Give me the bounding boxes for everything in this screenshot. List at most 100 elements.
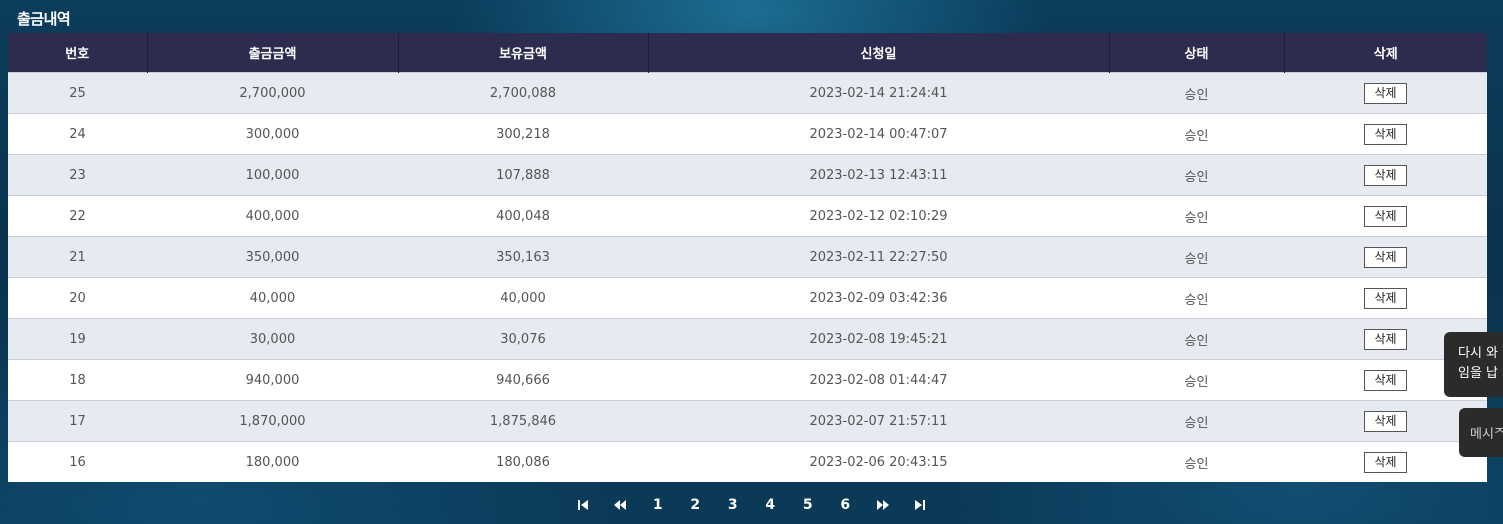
table-row: 24 300,000 300,218 2023-02-14 00:47:07 승인 삭제 xyxy=(8,113,1487,155)
column-header-status: 상태 xyxy=(1109,33,1285,73)
cell-delete: 삭제 xyxy=(1284,113,1487,155)
cell-balance: 940,666 xyxy=(398,359,648,401)
table-row: 17 1,870,000 1,875,846 2023-02-07 21:57:11 승… xyxy=(8,400,1487,442)
cell-status: 승인 xyxy=(1109,236,1284,278)
cell-delete: 삭제 xyxy=(1284,236,1487,278)
cell-status: 승인 xyxy=(1109,277,1284,319)
cell-delete: 삭제 xyxy=(1284,195,1487,237)
cell-balance: 107,888 xyxy=(398,154,648,196)
cell-number: 21 xyxy=(8,236,147,278)
cell-date: 2023-02-14 00:47:07 xyxy=(648,113,1109,155)
delete-button[interactable]: 삭제 xyxy=(1364,164,1407,186)
table-row: 23 100,000 107,888 2023-02-13 12:43:11 승인 삭제 xyxy=(8,154,1487,196)
cell-date: 2023-02-09 03:42:36 xyxy=(648,277,1109,319)
cell-number: 25 xyxy=(8,72,147,114)
page-link-3[interactable]: 3 xyxy=(714,497,752,513)
cell-number: 22 xyxy=(8,195,147,237)
cell-balance: 30,076 xyxy=(398,318,648,360)
delete-button[interactable]: 삭제 xyxy=(1364,451,1407,473)
table-header-row: 번호 출금금액 보유금액 신청일 상태 삭제 xyxy=(8,33,1487,73)
cell-status: 승인 xyxy=(1109,359,1284,401)
table-row: 16 180,000 180,086 2023-02-06 20:43:15 승인 삭제 xyxy=(8,441,1487,482)
delete-button[interactable]: 삭제 xyxy=(1364,369,1407,391)
cell-status: 승인 xyxy=(1109,195,1284,237)
cell-amount: 300,000 xyxy=(147,113,398,155)
cell-date: 2023-02-12 02:10:29 xyxy=(648,195,1109,237)
delete-button[interactable]: 삭제 xyxy=(1364,123,1407,145)
pagination: 1 2 3 4 5 6 xyxy=(0,494,1503,516)
page-link-1[interactable]: 1 xyxy=(639,497,677,513)
cell-delete: 삭제 xyxy=(1284,441,1487,482)
cell-status: 승인 xyxy=(1109,113,1284,155)
cell-number: 20 xyxy=(8,277,147,319)
cell-amount: 2,700,000 xyxy=(147,72,398,114)
cell-balance: 40,000 xyxy=(398,277,648,319)
table-row: 22 400,000 400,048 2023-02-12 02:10:29 승인 삭제 xyxy=(8,195,1487,237)
cell-number: 24 xyxy=(8,113,147,155)
cell-amount: 100,000 xyxy=(147,154,398,196)
cell-status: 승인 xyxy=(1109,154,1284,196)
delete-button[interactable]: 삭제 xyxy=(1364,410,1407,432)
cell-date: 2023-02-11 22:27:50 xyxy=(648,236,1109,278)
fast-forward-icon[interactable] xyxy=(864,499,902,511)
cell-date: 2023-02-08 01:44:47 xyxy=(648,359,1109,401)
cell-balance: 2,700,088 xyxy=(398,72,648,114)
cell-date: 2023-02-14 21:24:41 xyxy=(648,72,1109,114)
cell-date: 2023-02-08 19:45:21 xyxy=(648,318,1109,360)
rewind-icon[interactable] xyxy=(602,499,640,511)
cell-balance: 350,163 xyxy=(398,236,648,278)
cell-amount: 40,000 xyxy=(147,277,398,319)
withdrawal-history-table: 번호 출금금액 보유금액 신청일 상태 삭제 25 2,700,000 2,700,… xyxy=(8,33,1487,482)
page-link-6[interactable]: 6 xyxy=(827,497,865,513)
skip-first-icon[interactable] xyxy=(564,499,602,511)
column-header-number: 번호 xyxy=(8,33,148,73)
cell-date: 2023-02-06 20:43:15 xyxy=(648,441,1109,482)
delete-button[interactable]: 삭제 xyxy=(1364,328,1407,350)
section-title: 출금내역 xyxy=(17,10,71,28)
cell-amount: 180,000 xyxy=(147,441,398,482)
cell-amount: 1,870,000 xyxy=(147,400,398,442)
column-header-balance: 보유금액 xyxy=(398,33,649,73)
history-table: 번호 출금금액 보유금액 신청일 상태 삭제 25 2,700,000 2,700,… xyxy=(8,33,1487,482)
skip-last-icon[interactable] xyxy=(902,499,940,511)
delete-button[interactable]: 삭제 xyxy=(1364,205,1407,227)
column-header-date: 신청일 xyxy=(648,33,1110,73)
cell-delete: 삭제 xyxy=(1284,72,1487,114)
delete-button[interactable]: 삭제 xyxy=(1364,287,1407,309)
delete-button[interactable]: 삭제 xyxy=(1364,82,1407,104)
cell-amount: 30,000 xyxy=(147,318,398,360)
cell-delete: 삭제 xyxy=(1284,277,1487,319)
delete-button[interactable]: 삭제 xyxy=(1364,246,1407,268)
cell-date: 2023-02-13 12:43:11 xyxy=(648,154,1109,196)
cell-amount: 400,000 xyxy=(147,195,398,237)
toast-notification: 다시 와 임을 납 xyxy=(1444,332,1503,397)
cell-number: 23 xyxy=(8,154,147,196)
table-row: 25 2,700,000 2,700,088 2023-02-14 21:24:41 승… xyxy=(8,72,1487,114)
cell-status: 승인 xyxy=(1109,441,1284,482)
cell-balance: 180,086 xyxy=(398,441,648,482)
column-header-delete: 삭제 xyxy=(1284,33,1487,73)
table-row: 18 940,000 940,666 2023-02-08 01:44:47 승인 삭제 xyxy=(8,359,1487,401)
toast-text-line: 메시ᄌ xyxy=(1470,427,1503,442)
cell-status: 승인 xyxy=(1109,400,1284,442)
cell-number: 16 xyxy=(8,441,147,482)
cell-date: 2023-02-07 21:57:11 xyxy=(648,400,1109,442)
cell-amount: 350,000 xyxy=(147,236,398,278)
cell-status: 승인 xyxy=(1109,318,1284,360)
table-row: 21 350,000 350,163 2023-02-11 22:27:50 승인 삭제 xyxy=(8,236,1487,278)
cell-balance: 400,048 xyxy=(398,195,648,237)
message-toast[interactable]: 메시ᄌ xyxy=(1459,408,1503,457)
cell-number: 17 xyxy=(8,400,147,442)
page-link-4[interactable]: 4 xyxy=(752,497,790,513)
table-body: 25 2,700,000 2,700,088 2023-02-14 21:24:41 승… xyxy=(8,72,1487,482)
page-link-5[interactable]: 5 xyxy=(789,497,827,513)
cell-delete: 삭제 xyxy=(1284,154,1487,196)
table-row: 20 40,000 40,000 2023-02-09 03:42:36 승인 삭제 xyxy=(8,277,1487,319)
toast-text-line: 다시 와 xyxy=(1458,346,1499,361)
toast-text-line: 임을 납 xyxy=(1458,366,1499,381)
cell-number: 19 xyxy=(8,318,147,360)
page-link-2[interactable]: 2 xyxy=(677,497,715,513)
cell-amount: 940,000 xyxy=(147,359,398,401)
column-header-amount: 출금금액 xyxy=(147,33,399,73)
cell-delete: 삭제 xyxy=(1284,400,1487,442)
